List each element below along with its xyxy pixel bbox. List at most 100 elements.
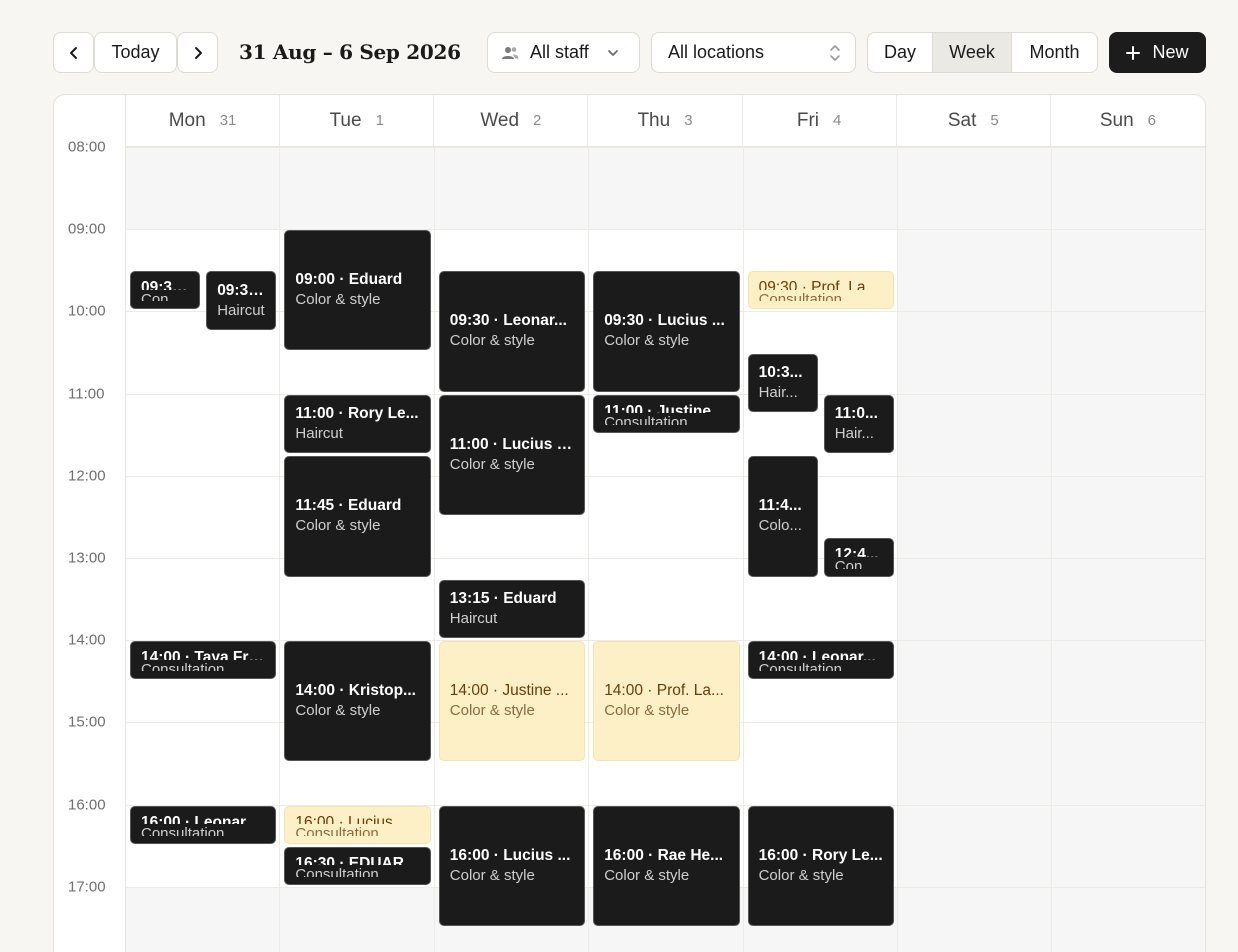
appointment-title: 11:00 · Rory Le... [295, 404, 419, 422]
hour-gridline [589, 229, 743, 231]
hour-gridline [280, 886, 434, 888]
appointment-card[interactable]: 16:00 · Rory Le... Color & style [747, 805, 894, 926]
day-name: Thu [637, 109, 671, 131]
appointment-title: 14:00 · Leonar... [758, 649, 876, 660]
hour-gridline [898, 558, 1052, 559]
hour-gridline [1052, 393, 1205, 395]
appointment-card[interactable]: 14:00 · Leonar... Consultation [747, 641, 894, 680]
day-name: Tue [329, 109, 362, 131]
staff-select[interactable]: All staff [487, 32, 640, 73]
day-header-fri[interactable]: Fri 4 [743, 95, 897, 146]
appointment-card[interactable]: 09:30 · ConsultationConsultation [130, 271, 201, 310]
appointment-service: Color & style [295, 517, 381, 535]
users-icon [502, 46, 519, 59]
chevron-left-icon [69, 46, 77, 59]
location-select[interactable]: All locations [651, 32, 856, 73]
day-number: 4 [833, 112, 842, 129]
day-header-mon[interactable]: Mon 31 [126, 95, 281, 146]
day-number: 1 [375, 112, 384, 129]
prev-week-button[interactable] [53, 32, 94, 73]
hour-gridline [434, 147, 589, 148]
hour-gridline [898, 640, 1052, 642]
day-column-sun[interactable] [1052, 147, 1205, 952]
appointment-card[interactable]: 11:00 · Rory Le... Haircut [284, 394, 431, 454]
hour-label: 13:00 [68, 549, 106, 567]
day-name: Mon [168, 109, 206, 131]
chevron-up-down-icon [830, 44, 840, 61]
hour-gridline [126, 393, 280, 395]
view-week-button[interactable]: Week [933, 33, 1012, 72]
hour-gridline [126, 722, 280, 724]
hour-label: 14:00 [68, 631, 106, 649]
today-button[interactable]: Today [94, 32, 177, 73]
week-calendar: 08:00 09:00 10:00 11:00 12:00 13:00 14:00 15:00… [53, 94, 1206, 952]
appointment-title: 11:00 · Lucius L... [449, 435, 575, 453]
appointment-title: 13:15 · Eduard [449, 589, 557, 607]
view-month-button[interactable]: Month [1012, 33, 1097, 72]
appointment-card[interactable]: 09:30 · Prof. La... Consultation [747, 271, 894, 310]
appointment-card[interactable]: 14:00 · Taya Fri... Consultation [130, 641, 277, 680]
view-switcher: Day Week Month [867, 32, 1098, 73]
appointment-title: 09:30 · Lucius ... [604, 312, 725, 330]
hour-label: 15:00 [68, 713, 106, 731]
hour-gridline [743, 311, 897, 313]
appointment-card[interactable]: 09:30 · Leonar... Color & style [438, 271, 586, 392]
appointment-title: 16:00 · Lucius ... [295, 813, 410, 825]
hour-gridline [743, 229, 897, 231]
location-select-value: All locations [668, 42, 765, 62]
appointment-card[interactable]: 09:30 · Lucius ... Color & style [593, 271, 740, 392]
appointment-service: Color & style [449, 455, 535, 473]
appointment-card[interactable]: 16:00 · Lucius ... Consultation [284, 805, 431, 844]
appointment-card[interactable]: 16:30 · EDUAR... Consultation [284, 846, 431, 885]
appointment-service: Color & style [449, 866, 535, 884]
appointment-card[interactable]: 11:4... Colo... [747, 456, 818, 577]
appointment-card[interactable]: 16:00 · Leonar... Consultation [130, 805, 277, 844]
appointment-service: Consultation [295, 825, 379, 836]
day-header-wed[interactable]: Wed 2 [434, 95, 589, 146]
appointment-card[interactable]: 14:00 · Justine ... Color & style [438, 641, 586, 762]
appointment-card[interactable]: 11:0... Hair... [823, 394, 894, 454]
hour-gridline [1052, 640, 1205, 642]
chevron-down-icon [607, 49, 618, 56]
new-appointment-button[interactable]: New [1109, 32, 1206, 73]
day-column-sat[interactable] [898, 147, 1053, 952]
next-week-button[interactable] [177, 32, 218, 73]
appointment-card[interactable]: 14:00 · Kristop... Color & style [284, 641, 431, 762]
hour-gridline [898, 229, 1052, 231]
hour-gridline [126, 475, 280, 477]
day-header-tue[interactable]: Tue 1 [280, 95, 435, 146]
hour-gridline [898, 886, 1052, 888]
appointment-title: 16:00 · Lucius ... [449, 846, 571, 864]
appointment-card[interactable]: 12:4... Con... [823, 538, 894, 577]
hour-gridline [1052, 558, 1205, 559]
appointment-service: Color & style [604, 866, 690, 884]
appointment-card[interactable]: 13:15 · Eduard Haircut [438, 579, 586, 639]
appointment-title: 16:00 · Rae He... [604, 846, 724, 864]
appointment-card[interactable]: 09:30 · Haircut Haircut [206, 271, 277, 330]
appointment-title: 14:00 · Prof. La... [604, 682, 724, 700]
appointment-title: 11:4... [758, 497, 802, 515]
appointment-service: Color & style [604, 332, 690, 350]
appointment-card[interactable]: 09:00 · Eduard Color & style [284, 230, 431, 351]
day-number: 6 [1147, 112, 1156, 129]
appointment-service: Con... [834, 557, 875, 569]
day-header-sat[interactable]: Sat 5 [897, 95, 1051, 146]
appointment-card[interactable]: 10:3... Hair... [747, 353, 818, 413]
appointment-service: Consultation [141, 825, 225, 836]
chevron-right-icon [194, 46, 202, 59]
appointment-card[interactable]: 16:00 · Lucius ... Color & style [438, 805, 586, 926]
appointment-card[interactable]: 14:00 · Prof. La... Color & style [593, 641, 740, 762]
hour-gridline [1052, 722, 1205, 724]
hour-gridline [898, 475, 1052, 477]
day-header-sun[interactable]: Sun 6 [1051, 95, 1205, 146]
hour-label: 10:00 [68, 302, 106, 320]
appointment-service: Color & style [295, 702, 381, 720]
appointment-card[interactable]: 16:00 · Rae He... Color & style [593, 805, 740, 926]
view-day-button[interactable]: Day [868, 33, 933, 72]
hour-gridline [898, 722, 1052, 724]
appointment-service: Consultation [141, 660, 225, 672]
appointment-card[interactable]: 11:45 · Eduard Color & style [284, 456, 431, 577]
appointment-card[interactable]: 11:00 · Lucius L... Color & style [438, 394, 586, 515]
day-header-thu[interactable]: Thu 3 [588, 95, 743, 146]
appointment-card[interactable]: 11:00 · Justine ... Consultation [593, 394, 740, 433]
